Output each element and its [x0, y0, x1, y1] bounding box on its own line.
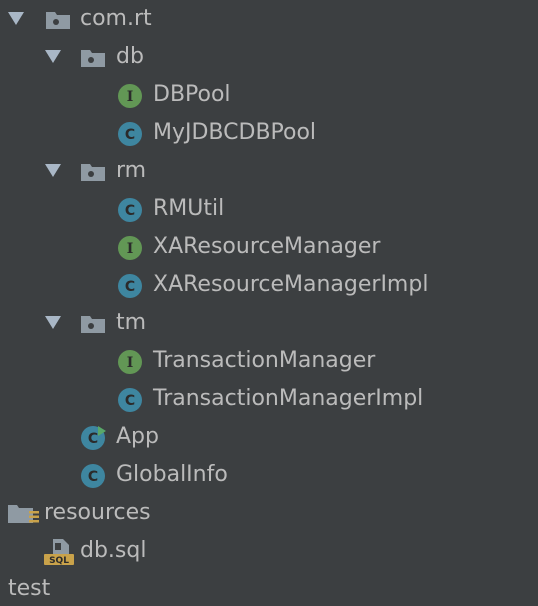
- folder-label: resources: [44, 500, 151, 525]
- interface-icon: I: [117, 235, 143, 261]
- class-label: TransactionManagerImpl: [153, 386, 424, 411]
- class-icon: C: [117, 197, 143, 223]
- class-label: GlobalInfo: [116, 462, 228, 487]
- tree-item-dbpool[interactable]: I DBPool: [0, 76, 538, 114]
- svg-text:C: C: [125, 127, 135, 143]
- svg-text:I: I: [127, 241, 134, 257]
- package-folder-icon: [80, 45, 106, 71]
- svg-text:SQL: SQL: [49, 556, 69, 566]
- package-folder-icon: [45, 7, 71, 33]
- svg-text:C: C: [125, 393, 135, 409]
- interface-label: DBPool: [153, 82, 231, 107]
- package-label: com.rt: [80, 6, 152, 31]
- interface-icon: I: [117, 83, 143, 109]
- class-icon: C: [117, 387, 143, 413]
- tree-item-app[interactable]: C App: [0, 418, 538, 456]
- svg-text:I: I: [127, 355, 134, 371]
- package-label: tm: [116, 310, 147, 335]
- class-label: XAResourceManagerImpl: [153, 272, 429, 297]
- tree-item-rm[interactable]: rm: [0, 152, 538, 190]
- project-tree: com.rt db I DBPool C MyJDBCDBPool rm C R…: [0, 0, 538, 606]
- tree-item-globalinfo[interactable]: C GlobalInfo: [0, 456, 538, 494]
- tree-item-tm[interactable]: tm: [0, 304, 538, 342]
- package-label: rm: [116, 158, 147, 183]
- svg-text:I: I: [127, 89, 134, 105]
- tree-item-resources[interactable]: resources: [0, 494, 538, 532]
- svg-text:C: C: [125, 203, 135, 219]
- tree-item-xaresourcemanagerimpl[interactable]: C XAResourceManagerImpl: [0, 266, 538, 304]
- tree-item-rmutil[interactable]: C RMUtil: [0, 190, 538, 228]
- chevron-down-icon[interactable]: [45, 50, 61, 63]
- svg-text:C: C: [88, 431, 98, 447]
- svg-text:C: C: [125, 279, 135, 295]
- tree-item-com-rt[interactable]: com.rt: [0, 0, 538, 38]
- class-label: App: [116, 424, 159, 449]
- chevron-down-icon[interactable]: [8, 12, 24, 25]
- tree-item-db-sql[interactable]: SQL db.sql: [0, 532, 538, 570]
- package-folder-icon: [80, 159, 106, 185]
- sql-file-icon: SQL: [43, 539, 75, 566]
- interface-icon: I: [117, 349, 143, 375]
- file-label: db.sql: [80, 538, 147, 563]
- svg-text:C: C: [88, 469, 98, 485]
- folder-label: test: [8, 576, 51, 601]
- tree-item-transactionmanagerimpl[interactable]: C TransactionManagerImpl: [0, 380, 538, 418]
- runnable-class-icon: C: [80, 425, 106, 451]
- tree-item-db[interactable]: db: [0, 38, 538, 76]
- class-icon: C: [117, 121, 143, 147]
- chevron-down-icon[interactable]: [45, 164, 61, 177]
- class-icon: C: [80, 463, 106, 489]
- package-label: db: [116, 44, 144, 69]
- tree-item-test[interactable]: test: [0, 570, 538, 606]
- chevron-down-icon[interactable]: [45, 316, 61, 329]
- tree-item-myjdbcdbpool[interactable]: C MyJDBCDBPool: [0, 114, 538, 152]
- class-label: MyJDBCDBPool: [153, 120, 317, 145]
- resources-folder-icon: [7, 501, 39, 527]
- interface-label: XAResourceManager: [153, 234, 381, 259]
- class-icon: C: [117, 273, 143, 299]
- package-folder-icon: [80, 311, 106, 337]
- class-label: RMUtil: [153, 196, 225, 221]
- tree-item-xaresourcemanager[interactable]: I XAResourceManager: [0, 228, 538, 266]
- tree-item-transactionmanager[interactable]: I TransactionManager: [0, 342, 538, 380]
- interface-label: TransactionManager: [153, 348, 376, 373]
